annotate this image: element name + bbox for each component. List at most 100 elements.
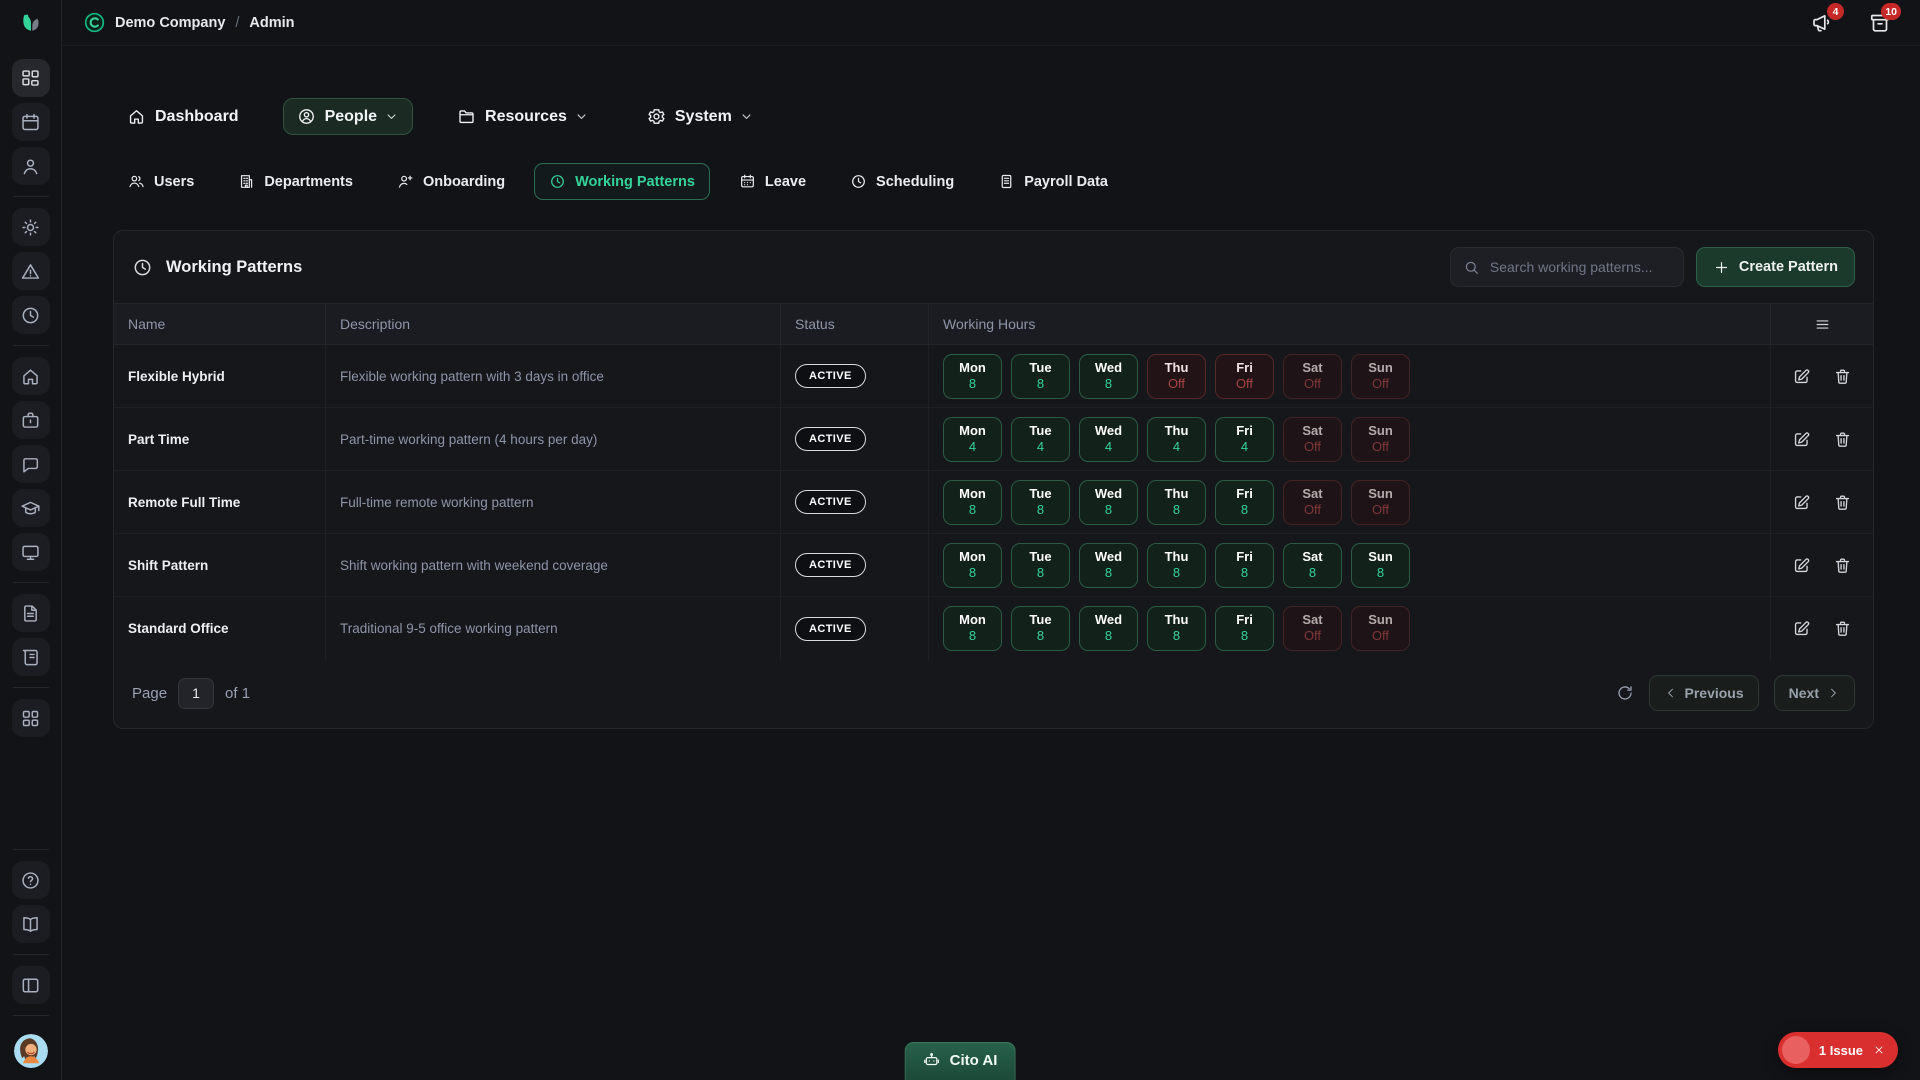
content: Dashboard People Resources System Users …: [62, 46, 1920, 1080]
sidebar-item-alerts[interactable]: [12, 252, 50, 290]
chip-hours-value: 8: [1377, 566, 1384, 581]
chip-day-label: Fri: [1236, 361, 1253, 376]
edit-button[interactable]: [1790, 554, 1813, 577]
refresh-button[interactable]: [1616, 684, 1634, 702]
sidebar-item-help[interactable]: [12, 861, 50, 899]
edit-button[interactable]: [1790, 491, 1813, 514]
sidebar-item-workspace[interactable]: [12, 401, 50, 439]
chip-day-label: Mon: [959, 424, 986, 439]
sidebar-item-dashboard[interactable]: [12, 59, 50, 97]
search-input[interactable]: [1488, 258, 1671, 276]
tab-working-patterns[interactable]: Working Patterns: [534, 163, 710, 200]
nav-resources[interactable]: Resources: [443, 98, 603, 135]
tab-leave[interactable]: Leave: [724, 163, 821, 200]
nav-label: People: [325, 108, 377, 126]
tab-label: Scheduling: [876, 174, 954, 190]
delete-button[interactable]: [1831, 554, 1854, 577]
column-header-actions: [1771, 304, 1873, 344]
previous-page-button[interactable]: Previous: [1649, 675, 1759, 711]
delete-button[interactable]: [1831, 365, 1854, 388]
main-area: Demo Company / Admin 4 10 Dashboard: [62, 0, 1920, 1080]
sidebar-item-calendar[interactable]: [12, 103, 50, 141]
pattern-name: Standard Office: [128, 621, 229, 636]
row-actions: [1771, 597, 1873, 660]
sidebar-divider: [13, 582, 49, 583]
chip-day-label: Wed: [1095, 424, 1122, 439]
tab-users[interactable]: Users: [113, 163, 209, 200]
hours-chip-thu: Thu 8: [1147, 543, 1206, 588]
announcements-button[interactable]: 4: [1810, 10, 1835, 35]
sidebar-item-theme[interactable]: [12, 208, 50, 246]
chip-day-label: Fri: [1236, 550, 1253, 565]
sidebar-item-home[interactable]: [12, 357, 50, 395]
page-number-box[interactable]: 1: [178, 678, 214, 709]
tab-departments[interactable]: Departments: [223, 163, 368, 200]
nav-system[interactable]: System: [633, 98, 768, 135]
chip-hours-value: 4: [969, 440, 976, 455]
edit-button[interactable]: [1790, 365, 1813, 388]
next-page-button[interactable]: Next: [1774, 675, 1855, 711]
chip-hours-value: 8: [969, 566, 976, 581]
tab-payroll-data[interactable]: Payroll Data: [983, 163, 1123, 200]
sidebar-item-contracts[interactable]: [12, 638, 50, 676]
refresh-icon: [1616, 684, 1634, 702]
pattern-description: Shift working pattern with weekend cover…: [340, 558, 608, 573]
hours-chip-fri: Fri 4: [1215, 417, 1274, 462]
working-hours: Mon 8 Tue 8 Wed 8 Thu 8 Fri: [943, 543, 1410, 588]
edit-button[interactable]: [1790, 428, 1813, 451]
chip-day-label: Thu: [1165, 613, 1189, 628]
working-hours: Mon 4 Tue 4 Wed 4 Thu 4 Fri: [943, 417, 1410, 462]
nav-people[interactable]: People: [283, 98, 413, 135]
delete-button[interactable]: [1831, 491, 1854, 514]
search-icon: [1463, 259, 1480, 276]
issue-pill[interactable]: 1 Issue: [1778, 1032, 1898, 1068]
delete-button[interactable]: [1831, 428, 1854, 451]
sidebar-item-time[interactable]: [12, 296, 50, 334]
hours-chip-tue: Tue 8: [1011, 354, 1070, 399]
sidebar-item-profile[interactable]: [12, 147, 50, 185]
profile-icon: [20, 156, 41, 177]
nav-dashboard[interactable]: Dashboard: [113, 98, 253, 135]
cito-ai-button[interactable]: Cito AI: [905, 1042, 1016, 1080]
sidebar-item-apps[interactable]: [12, 699, 50, 737]
chip-day-label: Fri: [1236, 613, 1253, 628]
panel-title: Working Patterns: [166, 258, 302, 277]
chip-day-label: Fri: [1236, 487, 1253, 502]
sidebar-item-devices[interactable]: [12, 533, 50, 571]
inbox-button[interactable]: 10: [1867, 10, 1892, 35]
column-header-name: Name: [114, 304, 326, 344]
chip-hours-value: Off: [1236, 377, 1253, 392]
tab-label: Leave: [765, 174, 806, 190]
chip-hours-value: 8: [969, 629, 976, 644]
sidebar-item-collapse-sidebar[interactable]: [12, 966, 50, 1004]
company-name[interactable]: Demo Company: [115, 15, 225, 31]
sidebar-item-guide[interactable]: [12, 905, 50, 943]
chip-hours-value: 8: [1037, 503, 1044, 518]
tab-scheduling[interactable]: Scheduling: [835, 163, 969, 200]
hours-chip-fri: Fri 8: [1215, 543, 1274, 588]
panel-title-group: Working Patterns: [132, 257, 302, 278]
delete-button[interactable]: [1831, 617, 1854, 640]
create-pattern-button[interactable]: Create Pattern: [1696, 247, 1855, 287]
sidebar-item-documents[interactable]: [12, 594, 50, 632]
chip-day-label: Thu: [1165, 361, 1189, 376]
user-avatar[interactable]: [14, 1034, 48, 1068]
avatar-image: [14, 1034, 48, 1068]
chip-hours-value: 8: [969, 377, 976, 392]
apps-icon: [20, 708, 41, 729]
chip-day-label: Sat: [1302, 550, 1322, 565]
close-icon[interactable]: [1873, 1044, 1885, 1056]
hours-chip-wed: Wed 8: [1079, 480, 1138, 525]
payroll-data-tab-icon: [998, 173, 1015, 190]
tab-onboarding[interactable]: Onboarding: [382, 163, 520, 200]
sidebar-item-learning[interactable]: [12, 489, 50, 527]
edit-button[interactable]: [1790, 617, 1813, 640]
sidebar-item-messages[interactable]: [12, 445, 50, 483]
chip-hours-value: 8: [1241, 629, 1248, 644]
dashboard-nav-icon: [127, 107, 146, 126]
onboarding-tab-icon: [397, 173, 414, 190]
column-settings-button[interactable]: [1812, 314, 1833, 335]
app-logo[interactable]: [15, 8, 47, 40]
chevron-down-icon: [574, 109, 589, 124]
hours-chip-sat: Sat Off: [1283, 354, 1342, 399]
